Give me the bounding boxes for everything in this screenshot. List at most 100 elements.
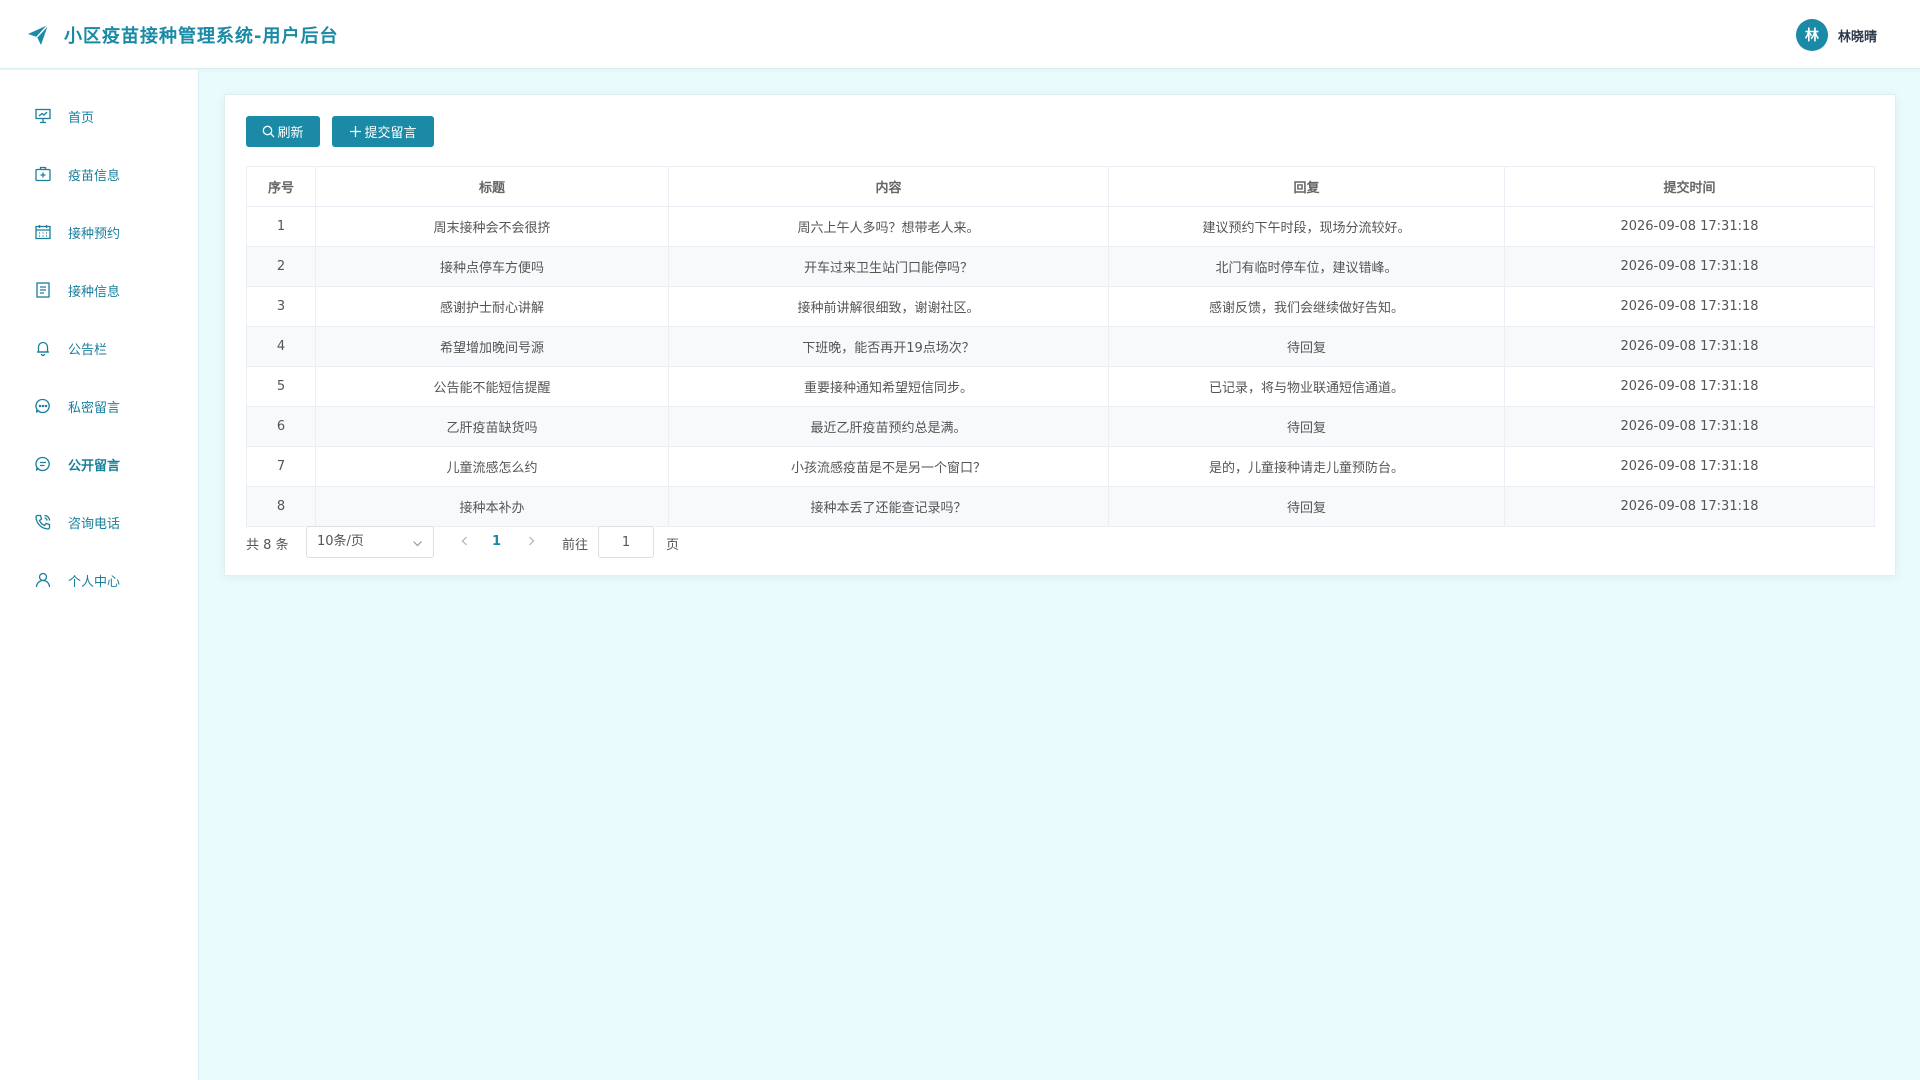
cell-index: 7	[246, 446, 316, 487]
refresh-button[interactable]: 刷新	[246, 116, 320, 147]
chat-bubble-icon	[35, 398, 50, 414]
cell-submit-time: 2026-09-08 17:31:18	[1504, 206, 1875, 247]
column-header-content[interactable]: 内容	[668, 166, 1109, 207]
cell-reply: 是的，儿童接种请走儿童预防台。	[1108, 446, 1505, 487]
table-row[interactable]: 1 周末接种会不会很挤 周六上午人多吗？想带老人来。 建议预约下午时段，现场分流…	[246, 206, 1875, 247]
total-count: 共 8 条	[246, 538, 289, 553]
cell-index: 3	[246, 286, 316, 327]
sidebar-item-private-message[interactable]: 私密留言	[0, 384, 199, 428]
cell-submit-time: 2026-09-08 17:31:18	[1504, 246, 1875, 287]
cell-reply: 建议预约下午时段，现场分流较好。	[1108, 206, 1505, 247]
cell-submit-time: 2026-09-08 17:31:18	[1504, 486, 1875, 527]
submit-message-button-label: 提交留言	[364, 126, 417, 141]
cell-content: 周六上午人多吗？想带老人来。	[668, 206, 1109, 247]
username[interactable]: 林晓晴	[1838, 26, 1877, 45]
next-page-icon[interactable]	[525, 535, 537, 547]
sidebar-item-label: 首页	[68, 110, 95, 126]
sidebar-item-label: 接种预约	[68, 226, 121, 242]
cell-title: 儿童流感怎么约	[315, 446, 669, 487]
avatar[interactable]: 林	[1796, 19, 1828, 51]
cell-index: 8	[246, 486, 316, 527]
calendar-icon	[35, 225, 51, 240]
page-suffix-label: 页	[666, 538, 680, 553]
sidebar-item-appointment[interactable]: 接种预约	[0, 210, 199, 254]
goto-label: 前往	[562, 538, 589, 553]
cell-reply: 北门有临时停车位，建议错峰。	[1108, 246, 1505, 287]
sidebar-item-label: 接种信息	[68, 284, 121, 300]
plus-icon	[350, 126, 362, 137]
sidebar-item-profile[interactable]: 个人中心	[0, 558, 199, 602]
table-header-row: 序号 标题 内容 回复 提交时间	[246, 166, 1875, 207]
cell-index: 2	[246, 246, 316, 287]
pagination: 共 8 条 10条/页 1 前往 页	[246, 526, 846, 558]
sidebar: 首页 疫苗信息 接种预约 接种信息 公告栏 私密留言 公开留言 咨询电话 个人中…	[0, 70, 199, 1080]
page-number-current[interactable]: 1	[492, 534, 501, 549]
user-icon	[35, 572, 51, 588]
bell-icon	[37, 341, 49, 357]
cell-title: 接种本补办	[315, 486, 669, 527]
cell-title: 乙肝疫苗缺货吗	[315, 406, 669, 447]
message-list-card: 刷新 提交留言 序号 标题 内容 回复 提交时间 1 周末接种会不会很挤 周六上…	[224, 94, 1896, 576]
cell-submit-time: 2026-09-08 17:31:18	[1504, 446, 1875, 487]
chevron-down-icon	[413, 541, 422, 547]
message-table: 序号 标题 内容 回复 提交时间 1 周末接种会不会很挤 周六上午人多吗？想带老…	[246, 166, 1875, 527]
sidebar-item-hotline[interactable]: 咨询电话	[0, 500, 199, 544]
column-header-title[interactable]: 标题	[315, 166, 669, 207]
cell-title: 接种点停车方便吗	[315, 246, 669, 287]
cell-submit-time: 2026-09-08 17:31:18	[1504, 406, 1875, 447]
cell-submit-time: 2026-09-08 17:31:18	[1504, 326, 1875, 367]
cell-content: 开车过来卫生站门口能停吗？	[668, 246, 1109, 287]
cell-content: 小孩流感疫苗是不是另一个窗口？	[668, 446, 1109, 487]
goto-page-input[interactable]	[598, 526, 654, 558]
cell-title: 周末接种会不会很挤	[315, 206, 669, 247]
cell-reply: 待回复	[1108, 326, 1505, 367]
cell-reply: 感谢反馈，我们会继续做好告知。	[1108, 286, 1505, 327]
cell-content: 最近乙肝疫苗预约总是满。	[668, 406, 1109, 447]
sidebar-item-label: 疫苗信息	[68, 168, 121, 184]
app-title: 小区疫苗接种管理系统-用户后台	[64, 26, 339, 47]
table-row[interactable]: 4 希望增加晚间号源 下班晚，能否再开19点场次？ 待回复 2026-09-08…	[246, 326, 1875, 367]
column-header-submit-time[interactable]: 提交时间	[1504, 166, 1875, 207]
table-row[interactable]: 2 接种点停车方便吗 开车过来卫生站门口能停吗？ 北门有临时停车位，建议错峰。 …	[246, 246, 1875, 287]
column-header-index[interactable]: 序号	[246, 166, 316, 207]
cell-reply: 已记录，将与物业联通短信通道。	[1108, 366, 1505, 407]
cell-index: 4	[246, 326, 316, 367]
cell-index: 6	[246, 406, 316, 447]
sidebar-item-vaccination-info[interactable]: 接种信息	[0, 268, 199, 312]
column-header-reply[interactable]: 回复	[1108, 166, 1505, 207]
cell-title: 感谢护士耐心讲解	[315, 286, 669, 327]
cell-title: 希望增加晚间号源	[315, 326, 669, 367]
table-row[interactable]: 7 儿童流感怎么约 小孩流感疫苗是不是另一个窗口？ 是的，儿童接种请走儿童预防台…	[246, 446, 1875, 487]
sidebar-item-label: 私密留言	[68, 400, 121, 416]
cell-content: 重要接种通知希望短信同步。	[668, 366, 1109, 407]
page-size-select[interactable]: 10条/页	[306, 526, 434, 558]
table-row[interactable]: 8 接种本补办 接种本丢了还能查记录吗？ 待回复 2026-09-08 17:3…	[246, 486, 1875, 527]
paper-plane-icon	[28, 24, 49, 45]
chat-text-icon	[35, 456, 50, 472]
phone-icon	[35, 514, 51, 530]
page-size-value: 10条/页	[317, 534, 364, 549]
sidebar-item-label: 公开留言	[68, 458, 121, 474]
submit-message-button[interactable]: 提交留言	[332, 116, 434, 147]
table-row[interactable]: 3 感谢护士耐心讲解 接种前讲解很细致，谢谢社区。 感谢反馈，我们会继续做好告知…	[246, 286, 1875, 327]
sidebar-item-public-message[interactable]: 公开留言	[0, 442, 199, 486]
medical-kit-icon	[35, 166, 51, 182]
cell-content: 下班晚，能否再开19点场次？	[668, 326, 1109, 367]
top-header: 小区疫苗接种管理系统-用户后台 林 林晓晴	[0, 0, 1920, 69]
sidebar-item-home[interactable]: 首页	[0, 94, 199, 138]
cell-submit-time: 2026-09-08 17:31:18	[1504, 366, 1875, 407]
cell-submit-time: 2026-09-08 17:31:18	[1504, 286, 1875, 327]
cell-content: 接种前讲解很细致，谢谢社区。	[668, 286, 1109, 327]
table-row[interactable]: 6 乙肝疫苗缺货吗 最近乙肝疫苗预约总是满。 待回复 2026-09-08 17…	[246, 406, 1875, 447]
table-row[interactable]: 5 公告能不能短信提醒 重要接种通知希望短信同步。 已记录，将与物业联通短信通道…	[246, 366, 1875, 407]
sidebar-item-label: 公告栏	[68, 342, 108, 358]
prev-page-icon[interactable]	[459, 535, 471, 547]
sidebar-item-label: 咨询电话	[68, 516, 121, 532]
sidebar-item-bulletin[interactable]: 公告栏	[0, 326, 199, 370]
cell-index: 5	[246, 366, 316, 407]
sidebar-item-vaccine-info[interactable]: 疫苗信息	[0, 152, 199, 196]
cell-reply: 待回复	[1108, 486, 1505, 527]
sidebar-item-label: 个人中心	[68, 574, 121, 590]
cell-content: 接种本丢了还能查记录吗？	[668, 486, 1109, 527]
cell-title: 公告能不能短信提醒	[315, 366, 669, 407]
